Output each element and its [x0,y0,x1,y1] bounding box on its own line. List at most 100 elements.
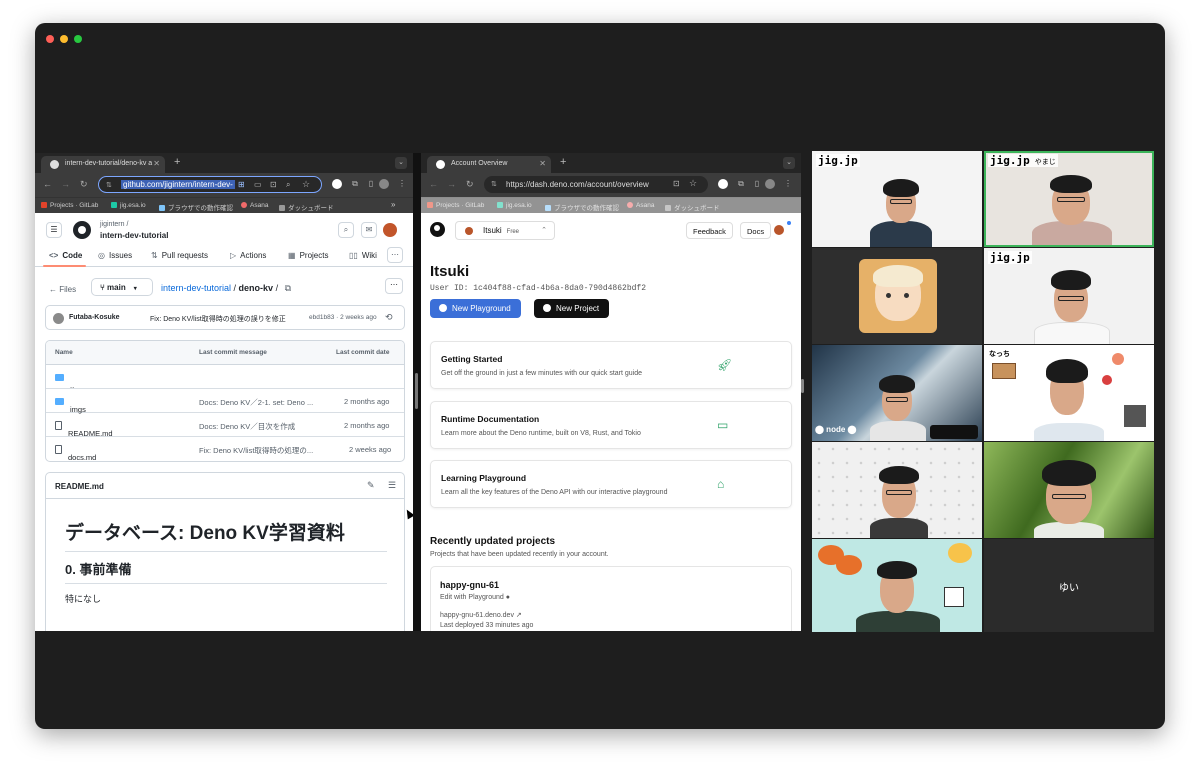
table-row[interactable]: docs.md Fix: Deno KV/list取得時の処理の... 2 we… [46,437,404,461]
resize-handle[interactable] [801,379,804,393]
inbox-icon[interactable]: ✉ [361,222,377,238]
side-panel-icon[interactable]: ▯ [752,179,762,189]
page-translate-icon[interactable]: ⊡ [673,179,680,188]
close-window-button[interactable] [46,35,54,43]
search-icon[interactable]: ⌕ [338,222,354,238]
more-options-button[interactable]: ⋯ [385,278,403,294]
side-panel-icon[interactable]: ▯ [366,179,376,189]
video-tile[interactable]: ゆい [984,539,1154,632]
video-tile[interactable] [812,248,982,344]
bookmark-esa[interactable]: jig.esa.io [497,202,532,209]
bookmark-asana[interactable]: Asana [241,202,268,209]
user-avatar[interactable] [383,223,397,237]
cast-icon[interactable]: ▭ [254,180,262,189]
site-settings-icon[interactable]: ⇅ [491,180,497,188]
tab-actions[interactable]: ▷ Actions [230,251,266,260]
bookmark-gitlab[interactable]: Projects · GitLab [41,202,98,209]
video-tile[interactable] [812,442,982,538]
translate-icon[interactable]: ⊞ [238,180,245,189]
edit-pencil-icon[interactable]: ✎ [367,480,375,491]
table-row[interactable]: README.md Docs: Deno KV／目次を作成 2 months a… [46,413,404,438]
branch-selector[interactable]: ⑂ main ▾ [91,278,153,296]
video-tile[interactable]: なっち [984,345,1154,441]
runtime-docs-card[interactable]: Runtime Documentation Learn more about t… [430,401,792,449]
new-playground-button[interactable]: New Playground [430,299,521,318]
split-divider[interactable] [413,153,421,631]
commit-message[interactable]: Fix: Deno KV/list取得時の処理の誤りを修正 [150,314,286,324]
bookmark-asana[interactable]: Asana [627,202,654,209]
browser-menu-icon[interactable]: ⋮ [783,179,793,189]
extensions-puzzle-icon[interactable]: ⧉ [736,179,746,189]
files-back-link[interactable]: ← Files [49,285,76,294]
bookmark-browser-check[interactable]: ブラウザでの動作確認 [545,202,619,212]
project-name[interactable]: happy-gnu-61 [440,580,499,590]
forward-icon[interactable]: → [447,179,456,189]
video-tile[interactable]: jig.jp [812,151,982,247]
address-bar[interactable]: ⇅ https://dash.deno.com/account/overview… [484,176,708,193]
bookmark-dashboard[interactable]: ダッシュボード [665,202,720,212]
new-tab-button[interactable]: + [174,156,180,168]
tab-account-overview[interactable]: Account Overview ✕ [427,156,551,173]
tab-search-button[interactable]: ⌄ [395,157,407,169]
deno-logo-icon[interactable] [430,222,445,237]
back-icon[interactable]: ← [429,179,438,189]
bookmark-star-icon[interactable]: ☆ [689,178,697,189]
user-avatar[interactable] [774,225,784,235]
profile-avatar-icon[interactable] [379,179,389,189]
bookmark-browser-check[interactable]: ブラウザでの動作確認 [159,202,233,212]
getting-started-card[interactable]: Getting Started Get off the ground in ju… [430,341,792,389]
page-translate-icon[interactable]: ⊡ [270,180,277,189]
drag-handle[interactable] [415,373,418,409]
video-tile[interactable]: ⬤ node ⬤ [812,345,982,441]
zoom-icon[interactable]: ⌕ [286,180,290,190]
address-bar[interactable]: ⇅ github.com/jigintern/intern-dev- ⊞ ▭ ⊡… [98,176,322,193]
extension-icon[interactable] [718,179,728,189]
forward-icon[interactable]: → [61,179,70,189]
project-url-link[interactable]: happy-gnu-61.deno.dev ↗ [440,611,522,619]
minimize-window-button[interactable] [60,35,68,43]
video-tile[interactable] [984,442,1154,538]
tab-github-repo[interactable]: intern-dev-tutorial/deno-kv a ✕ [41,156,165,173]
profile-avatar-icon[interactable] [765,179,775,189]
commit-meta[interactable]: ebd1b83 · 2 weeks ago [309,314,377,321]
edit-with-playground-link[interactable]: Edit with Playground ● [440,594,510,601]
commit-author[interactable]: Futaba-Kosuke [69,314,120,321]
account-switcher[interactable]: Itsuki Free ⌃ [455,221,555,240]
tab-search-button[interactable]: ⌄ [783,157,795,169]
tab-projects[interactable]: ▦ Projects [288,251,328,260]
reload-icon[interactable]: ↻ [80,179,88,190]
video-tile[interactable] [812,539,982,632]
repo-owner-link[interactable]: jigintern / [100,221,128,228]
close-tab-icon[interactable]: ✕ [539,159,546,168]
close-tab-icon[interactable]: ✕ [153,159,160,168]
site-settings-icon[interactable]: ⇅ [106,181,112,189]
outline-list-icon[interactable]: ☰ [388,480,396,491]
bookmark-star-icon[interactable]: ☆ [302,179,310,190]
video-tile[interactable]: jig.jp [984,248,1154,344]
feedback-button[interactable]: Feedback [686,222,733,239]
browser-menu-icon[interactable]: ⋮ [397,179,407,189]
table-row[interactable]: imgs Docs: Deno KV／2-1. set: Deno ... 2 … [46,389,404,414]
docs-button[interactable]: Docs [740,222,772,239]
repo-name-link[interactable]: intern-dev-tutorial [100,231,168,240]
breadcrumb-repo-link[interactable]: intern-dev-tutorial [161,283,231,293]
zoom-window-button[interactable] [74,35,82,43]
learning-playground-card[interactable]: ⌂ Learning Playground Learn all the key … [430,460,792,508]
more-bookmarks-button[interactable]: » [391,200,395,209]
copy-path-icon[interactable]: ⧉ [285,283,291,293]
github-logo-icon[interactable] [73,221,91,239]
back-icon[interactable]: ← [43,179,52,189]
bookmark-gitlab[interactable]: Projects · GitLab [427,202,484,209]
extensions-puzzle-icon[interactable]: ⧉ [350,179,360,189]
new-tab-button[interactable]: + [560,156,566,168]
tab-pull-requests[interactable]: ⇅ Pull requests [151,251,208,260]
bookmark-dashboard[interactable]: ダッシュボード [279,202,334,212]
table-row[interactable]: .. [46,365,404,390]
reload-icon[interactable]: ↻ [466,179,474,190]
tab-wiki[interactable]: ▯▯ Wiki [349,251,377,260]
history-icon[interactable]: ⟲ [385,312,393,323]
more-tabs-button[interactable]: ⋯ [387,247,403,263]
video-tile-active[interactable]: jig.jp やまじ [984,151,1154,247]
bookmark-esa[interactable]: jig.esa.io [111,202,146,209]
tab-issues[interactable]: ◎ Issues [98,251,132,260]
